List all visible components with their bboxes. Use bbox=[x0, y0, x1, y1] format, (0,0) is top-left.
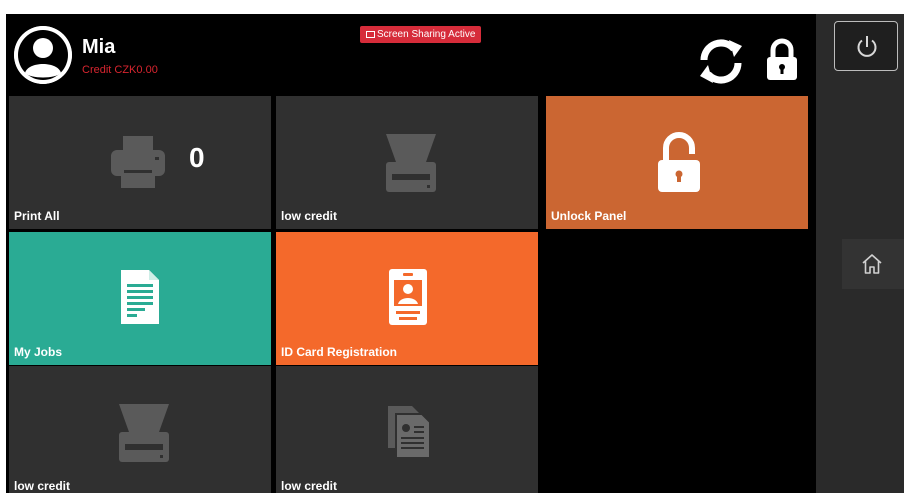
tile-label: low credit bbox=[281, 209, 338, 223]
lock-icon bbox=[767, 38, 797, 80]
tile-unlock-panel[interactable]: Unlock Panel bbox=[546, 96, 808, 229]
tile-my-jobs[interactable]: My Jobs bbox=[9, 232, 271, 365]
screen-sharing-label: Screen Sharing Active bbox=[377, 29, 476, 40]
power-icon bbox=[857, 36, 877, 57]
user-name: Mia bbox=[82, 36, 116, 58]
tile-scan-low-credit[interactable]: low credit bbox=[276, 96, 538, 229]
unlock-icon bbox=[658, 132, 700, 192]
tile-label: ID Card Registration bbox=[281, 345, 398, 359]
scanner-icon bbox=[119, 404, 169, 462]
screen: Mia Credit CZK0.00 Screen Sharing Active bbox=[0, 0, 904, 493]
screen-icon bbox=[366, 31, 375, 38]
tile-scan-low-credit-2[interactable]: low credit bbox=[9, 366, 271, 493]
home-button[interactable] bbox=[842, 239, 904, 289]
right-sidebar bbox=[816, 14, 904, 493]
tile-label: Unlock Panel bbox=[551, 209, 627, 223]
tile-label: Print All bbox=[14, 209, 60, 223]
avatar-icon[interactable] bbox=[14, 26, 72, 84]
refresh-icon bbox=[700, 39, 742, 84]
screen-sharing-badge: Screen Sharing Active bbox=[360, 26, 482, 43]
power-button[interactable] bbox=[834, 21, 898, 71]
tile-copy-low-credit[interactable]: low credit bbox=[276, 366, 538, 493]
tile-label: low credit bbox=[281, 479, 338, 493]
tile-print-all[interactable]: 0 Print All bbox=[9, 96, 271, 229]
lock-button[interactable] bbox=[764, 36, 800, 86]
print-job-count: 0 bbox=[189, 142, 205, 173]
credit-balance: Credit CZK0.00 bbox=[82, 64, 158, 76]
top-strip bbox=[0, 0, 904, 14]
tile-label: low credit bbox=[14, 479, 71, 493]
document-icon bbox=[121, 270, 159, 324]
copy-icon bbox=[388, 406, 431, 459]
id-card-icon bbox=[389, 269, 427, 325]
home-icon bbox=[862, 254, 882, 274]
header: Mia Credit CZK0.00 Screen Sharing Active bbox=[6, 14, 816, 94]
tile-label: My Jobs bbox=[14, 345, 63, 359]
refresh-button[interactable] bbox=[696, 36, 746, 86]
printer-icon bbox=[111, 136, 165, 188]
scanner-icon bbox=[386, 134, 436, 192]
tile-id-card-registration[interactable]: ID Card Registration bbox=[276, 232, 538, 365]
main-panel: Mia Credit CZK0.00 Screen Sharing Active bbox=[6, 14, 816, 493]
